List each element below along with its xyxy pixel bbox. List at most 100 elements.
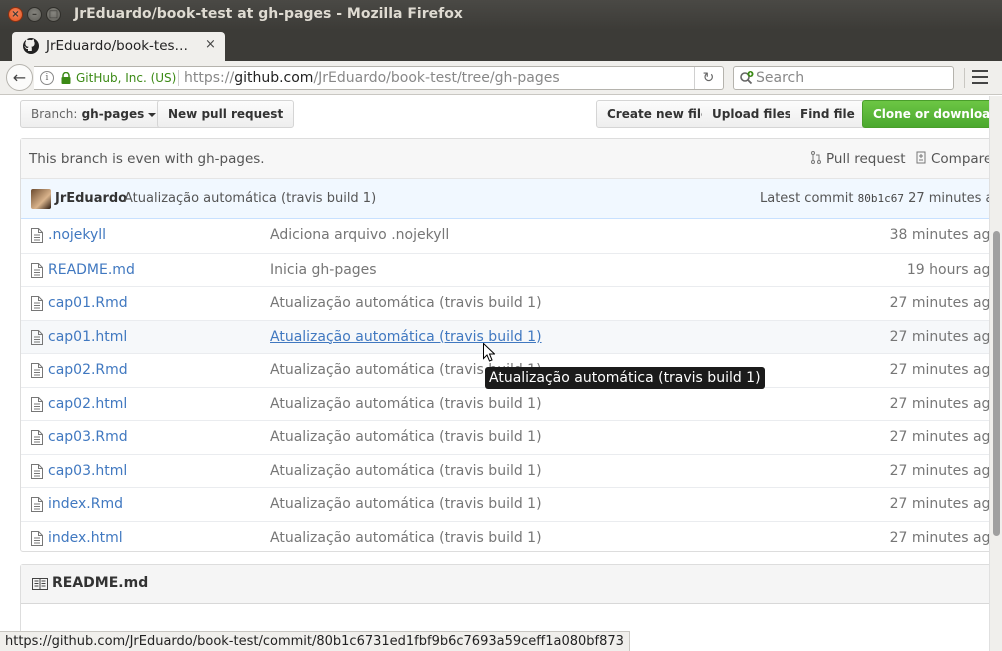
maximize-icon: □: [48, 9, 59, 20]
file-commit-message-link[interactable]: Atualização automática (travis build 1): [270, 429, 542, 445]
scrollbar-thumb[interactable]: [993, 231, 1000, 536]
file-commit-message-link[interactable]: Atualização automática (travis build 1): [270, 530, 542, 546]
table-row: .nojekyll Adiciona arquivo .nojekyll 38 …: [21, 219, 989, 253]
commit-sha-link[interactable]: 80b1c67: [858, 192, 904, 205]
url-bar[interactable]: i GitHub, Inc. (US) https://github.com/J…: [34, 66, 724, 90]
search-input[interactable]: [756, 69, 946, 87]
branch-value: gh-pages: [81, 107, 145, 121]
file-commit-message-link[interactable]: Inicia gh-pages: [270, 262, 377, 278]
file-name-link[interactable]: cap02.Rmd: [48, 362, 128, 378]
commit-age: 27 minutes ago: [908, 191, 989, 206]
file-age: 27 minutes ago: [889, 462, 989, 479]
latest-commit-bar: JrEduardo Atualização automática (travis…: [21, 179, 989, 219]
file-age: 27 minutes ago: [889, 529, 989, 546]
file-age: 27 minutes ago: [889, 496, 989, 512]
avatar[interactable]: [31, 189, 51, 209]
file-age: 38 minutes ago: [889, 227, 989, 243]
file-commit-message-link[interactable]: Atualização automática (travis build 1): [270, 396, 542, 412]
github-icon: [23, 38, 39, 54]
site-identity[interactable]: GitHub, Inc. (US): [76, 71, 176, 85]
close-icon: ×: [11, 9, 20, 20]
file-icon: [31, 363, 43, 378]
file-icon: [31, 296, 43, 311]
file-icon: [31, 430, 43, 445]
navigation-bar: ← i GitHub, Inc. (US) https://github.com…: [0, 61, 1002, 95]
file-commit-message-link[interactable]: Adiciona arquivo .nojekyll: [270, 227, 449, 243]
hamburger-menu-icon[interactable]: [972, 70, 988, 84]
file-name-link[interactable]: cap03.Rmd: [48, 429, 128, 445]
nav-separator: [964, 68, 965, 88]
lock-icon: [61, 72, 71, 84]
table-row: cap02.html Atualização automática (travi…: [21, 386, 989, 421]
status-bar-url: https://github.com/JrEduardo/book-test/c…: [0, 631, 630, 651]
table-row: README.md Inicia gh-pages 19 hours ago: [21, 252, 989, 287]
compare-link[interactable]: Compare: [916, 151, 989, 167]
file-icon: [31, 262, 43, 278]
file-age: 27 minutes ago: [889, 295, 989, 311]
file-commit-message-link[interactable]: Atualização automática (travis build 1): [270, 329, 542, 345]
upload-files-button[interactable]: Upload files: [702, 100, 803, 128]
file-age: 27 minutes ago: [889, 429, 989, 445]
file-age: 27 minutes ago: [889, 362, 989, 378]
book-icon: [32, 578, 48, 590]
compare-label: Compare: [931, 151, 989, 167]
minimize-icon: –: [32, 9, 37, 20]
readme-title: README.md: [52, 575, 149, 591]
url-prefix: https://: [184, 70, 235, 86]
commit-message-link[interactable]: Atualização automática (travis build 1): [124, 191, 376, 206]
file-name-link[interactable]: index.Rmd: [48, 496, 123, 512]
table-row: index.html Atualização automática (travi…: [21, 520, 989, 555]
search-icon[interactable]: [739, 70, 755, 86]
latest-commit-info: Latest commit 80b1c67 27 minutes ago: [760, 191, 989, 206]
table-row: cap01.Rmd Atualização automática (travis…: [21, 286, 989, 320]
table-row: cap01.html Atualização automática (travi…: [21, 319, 989, 353]
pull-request-icon: [811, 151, 821, 164]
pull-request-link[interactable]: Pull request: [811, 151, 906, 167]
file-name-link[interactable]: cap01.Rmd: [48, 295, 128, 311]
new-pull-request-button[interactable]: New pull request: [157, 100, 295, 128]
info-icon[interactable]: i: [40, 71, 54, 85]
url-separator: [178, 70, 179, 86]
back-button[interactable]: ←: [6, 64, 33, 91]
url-domain: github.com: [234, 70, 314, 86]
branch-label: Branch:: [31, 107, 78, 121]
clone-label: Clone or download: [873, 107, 989, 121]
find-file-button[interactable]: Find file: [790, 100, 866, 128]
branch-select-button[interactable]: Branch: gh-pages: [20, 100, 168, 128]
file-name-link[interactable]: README.md: [48, 262, 135, 278]
browser-tab[interactable]: JrEduardo/book-tes… ×: [12, 32, 225, 61]
clone-or-download-button[interactable]: Clone or download: [862, 100, 989, 128]
tab-label: JrEduardo/book-tes…: [46, 38, 189, 54]
file-name-link[interactable]: .nojekyll: [48, 227, 106, 243]
window-maximize-button[interactable]: □: [46, 7, 61, 22]
tab-close-icon[interactable]: ×: [205, 37, 216, 52]
window-minimize-button[interactable]: –: [27, 7, 42, 22]
url-text[interactable]: https://github.com/JrEduardo/book-test/t…: [184, 70, 560, 86]
file-age: 19 hours ago: [906, 261, 989, 278]
file-commit-message-link[interactable]: Atualização automática (travis build 1): [270, 295, 542, 311]
file-icon: [31, 463, 43, 479]
file-age: 27 minutes ago: [889, 328, 989, 345]
file-name-link[interactable]: cap02.html: [48, 396, 127, 412]
file-age: 27 minutes ago: [889, 395, 989, 412]
window-close-button[interactable]: ×: [8, 7, 23, 22]
mouse-cursor-icon: [483, 343, 495, 362]
vertical-scrollbar[interactable]: [989, 96, 1002, 651]
file-browser: This branch is even with gh-pages. Pull …: [20, 138, 989, 552]
commit-author-link[interactable]: JrEduardo: [55, 191, 127, 206]
file-name-link[interactable]: cap03.html: [48, 463, 127, 479]
url-path: /JrEduardo/book-test/tree/gh-pages: [313, 70, 560, 86]
file-commit-message-link[interactable]: Atualização automática (travis build 1): [270, 496, 542, 512]
search-bar[interactable]: [733, 66, 954, 90]
file-commit-message-link[interactable]: Atualização automática (travis build 1): [270, 463, 542, 479]
reload-icon[interactable]: ↻: [694, 67, 722, 89]
branch-info-bar: This branch is even with gh-pages. Pull …: [21, 139, 989, 179]
file-name-link[interactable]: index.html: [48, 530, 123, 546]
window-titlebar: × – □ JrEduardo/book-test at gh-pages - …: [0, 0, 1002, 30]
file-icon: [31, 228, 43, 243]
table-row: cap03.Rmd Atualização automática (travis…: [21, 420, 989, 454]
latest-commit-label: Latest commit: [760, 191, 854, 206]
tab-strip: JrEduardo/book-tes… × +: [0, 30, 1002, 88]
file-name-link[interactable]: cap01.html: [48, 329, 127, 345]
caret-down-icon: [148, 112, 157, 117]
